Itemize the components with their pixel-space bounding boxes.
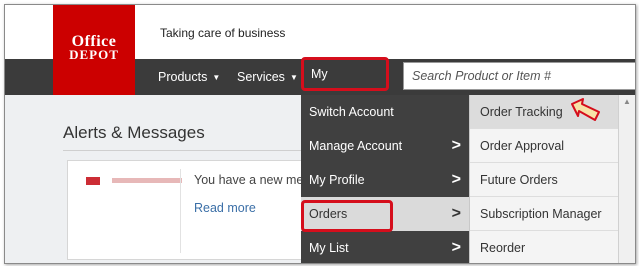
menu-item-label: Manage Account [309,139,403,153]
account-dropdown: Switch Account Manage Account > My Profi… [301,95,469,263]
scroll-up-icon[interactable]: ▲ [623,97,631,106]
nav-products-label: Products [158,70,208,84]
caret-down-icon: ▼ [212,73,221,82]
orders-submenu: Order Tracking Order Approval Future Ord… [469,95,635,263]
card-divider [180,169,181,253]
submenu-scrollbar[interactable]: ▲ [618,95,635,263]
nav-services-label: Services [237,70,285,84]
chevron-right-icon: > [451,171,461,188]
chevron-right-icon: > [451,137,461,154]
nav-my-account[interactable]: My Account▼ [301,57,389,109]
menu-item-manage-account[interactable]: Manage Account > [301,129,469,163]
nav-products[interactable]: Products ▼ [158,59,220,95]
nav-services[interactable]: Services ▼ [237,59,298,95]
alerts-title: Alerts & Messages [63,123,205,142]
sender-logo-icon [86,177,100,185]
menu-item-label: Orders [309,207,348,221]
message-text: You have a new me [194,173,304,187]
caret-down-icon: ▼ [289,73,298,82]
submenu-item-reorder[interactable]: Reorder [470,231,618,263]
divider [63,150,303,151]
chevron-right-icon: > [451,239,461,256]
submenu-item-order-approval[interactable]: Order Approval [470,129,618,163]
menu-item-my-list[interactable]: My List > [301,231,469,263]
office-depot-logo[interactable]: Office DEPOT [53,5,135,95]
menu-item-label: My List [309,241,349,255]
submenu-item-future-orders[interactable]: Future Orders [470,163,618,197]
sender-logo-text [112,178,182,183]
search-placeholder: Search Product or Item # [412,69,551,83]
menu-item-my-profile[interactable]: My Profile > [301,163,469,197]
logo-line2: DEPOT [69,47,119,62]
menu-item-switch-account[interactable]: Switch Account [301,95,469,129]
menu-item-label: Switch Account [309,105,394,119]
pointer-arrow-icon [571,98,600,121]
search-input[interactable]: Search Product or Item # [403,62,635,90]
message-card: You have a new me Read more [67,160,307,260]
menu-item-label: My Profile [309,173,365,187]
chevron-right-icon: > [451,205,461,222]
screenshot-frame: Taking care of business Products ▼ Servic… [4,4,636,264]
tagline: Taking care of business [160,26,286,40]
menu-item-orders[interactable]: Orders > [301,197,469,231]
read-more-link[interactable]: Read more [194,201,256,215]
submenu-item-subscription-manager[interactable]: Subscription Manager [470,197,618,231]
